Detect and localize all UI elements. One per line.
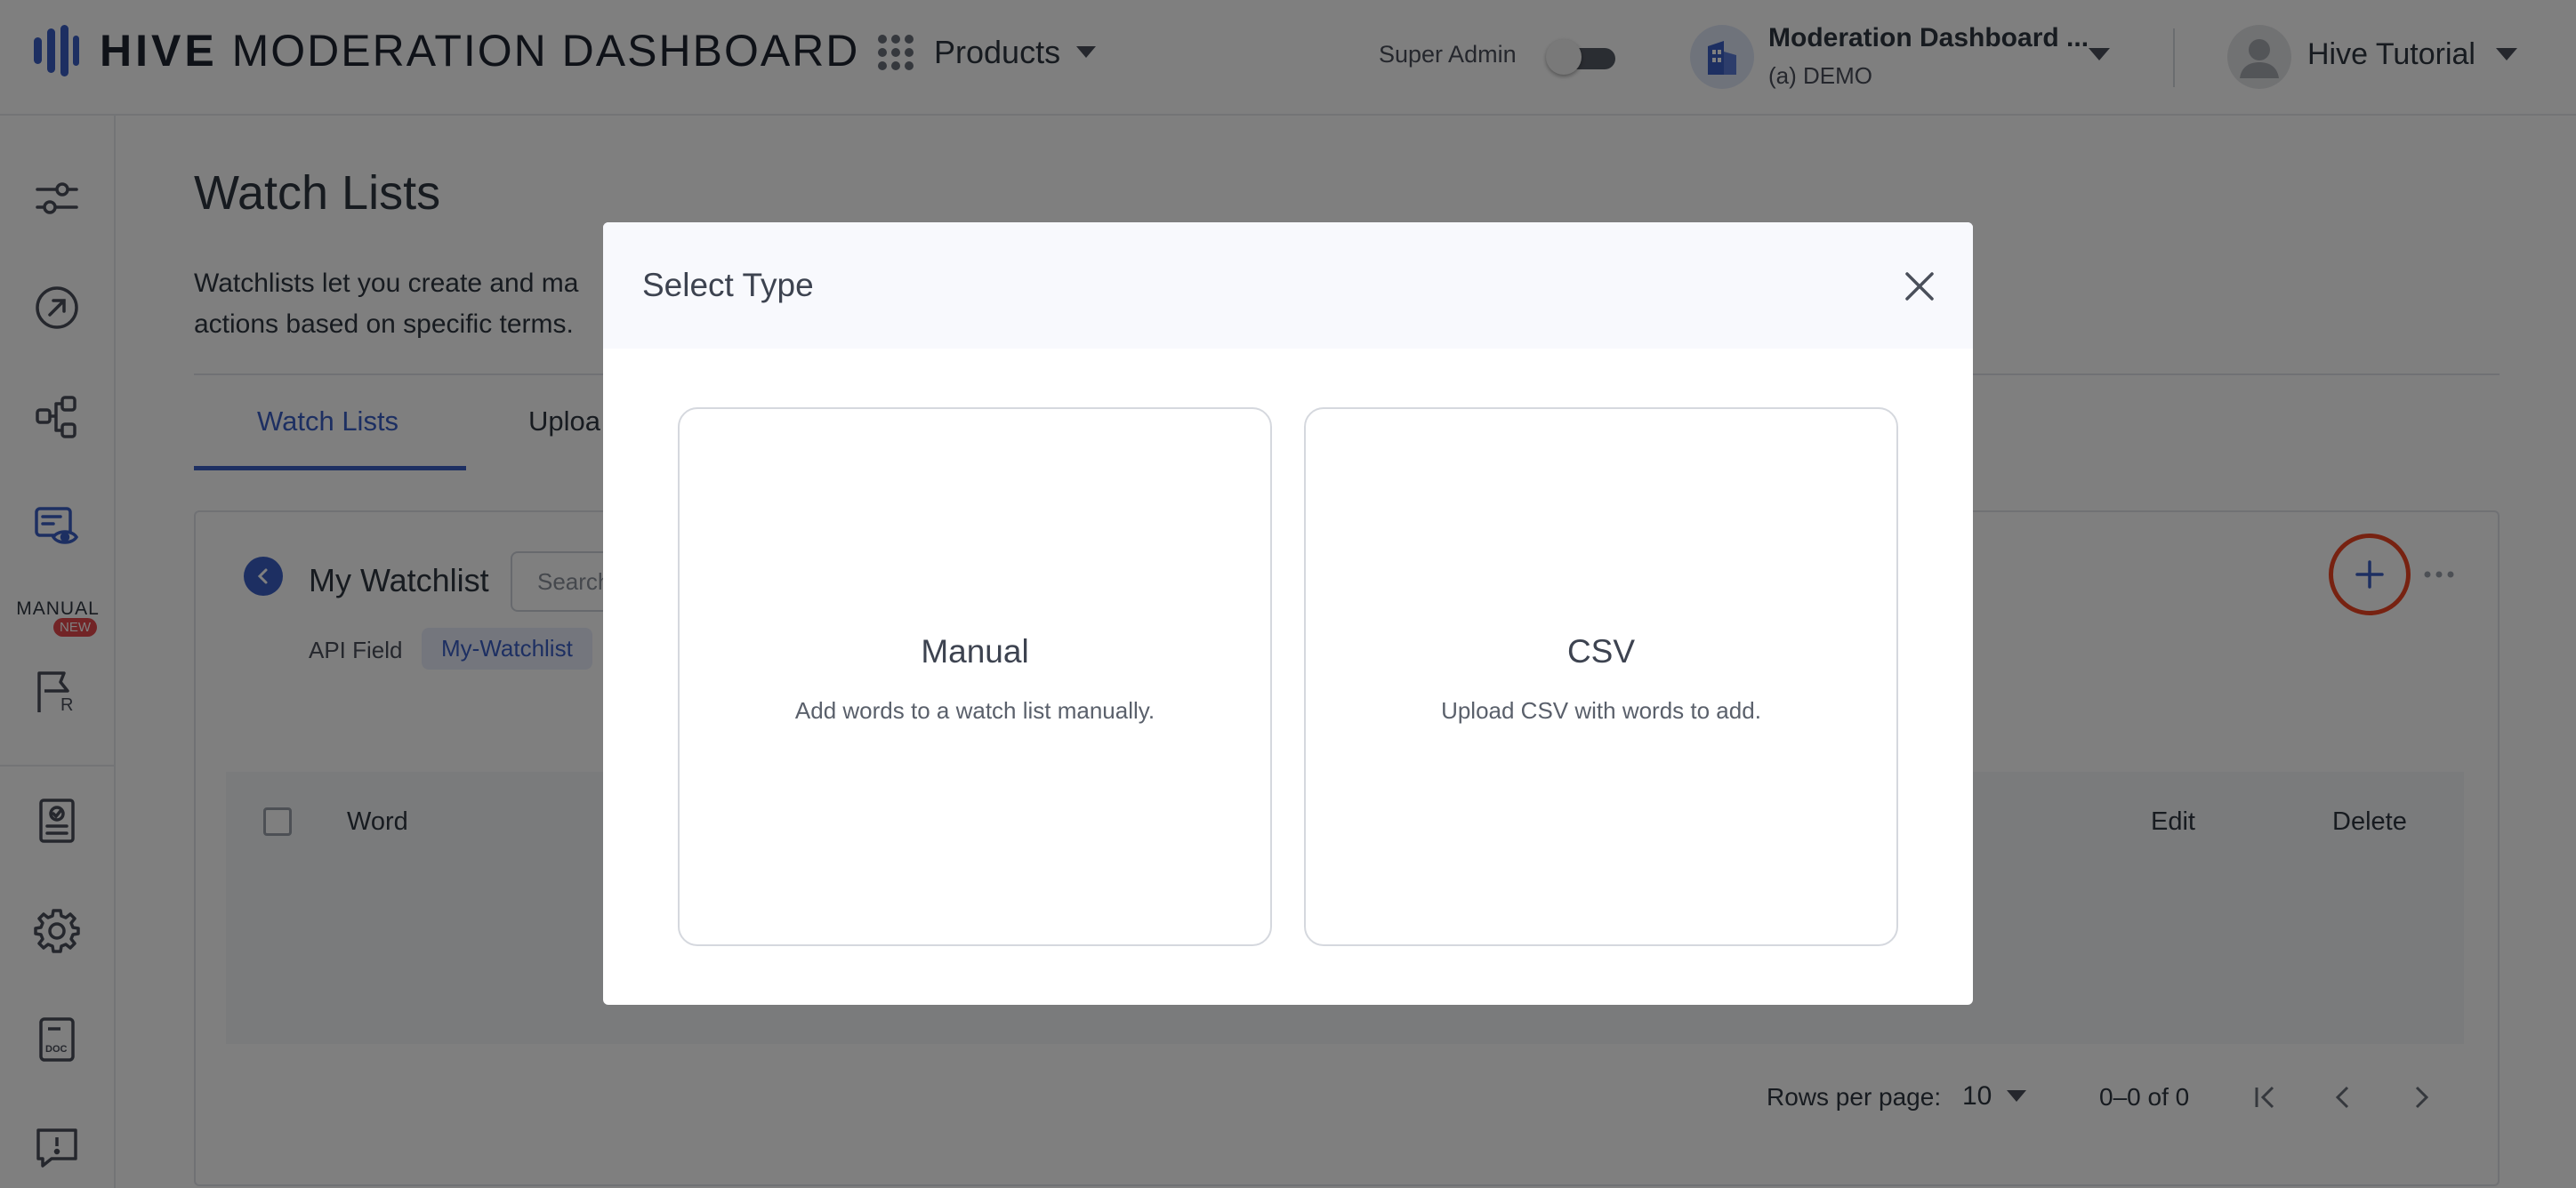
option-manual-card[interactable]: Manual Add words to a watch list manuall…: [678, 407, 1272, 946]
modal-title: Select Type: [642, 267, 814, 303]
option-csv-card[interactable]: CSV Upload CSV with words to add.: [1304, 407, 1898, 946]
option-csv-description: Upload CSV with words to add.: [1441, 697, 1761, 724]
option-manual-description: Add words to a watch list manually.: [794, 697, 1155, 724]
option-manual-title: Manual: [921, 633, 1029, 670]
option-csv-title: CSV: [1566, 633, 1636, 670]
close-icon: [1905, 272, 1934, 301]
modal-close-button[interactable]: [1900, 267, 1939, 306]
select-type-modal: Select Type Manual Add words to a watch …: [603, 222, 1973, 1005]
